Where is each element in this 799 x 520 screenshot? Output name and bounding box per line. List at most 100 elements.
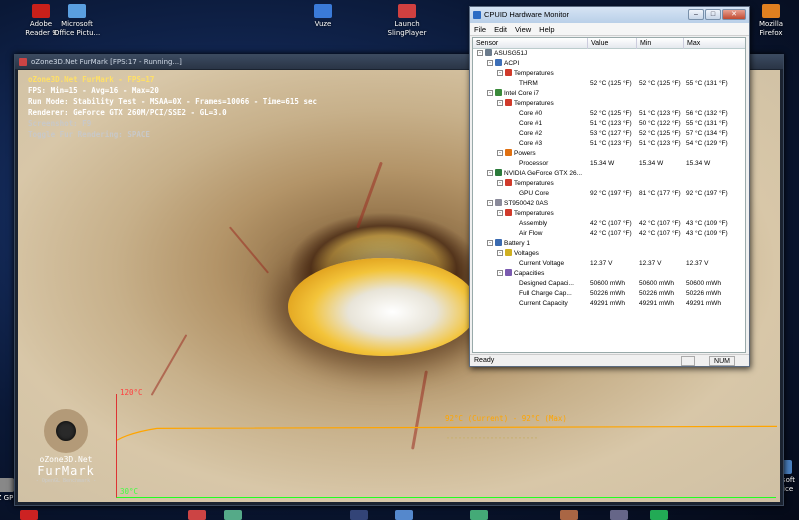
taskbar-icon[interactable] <box>610 510 628 520</box>
sensor-min: 51 °C (123 °F) <box>639 110 681 117</box>
tree-collapse-toggle[interactable]: - <box>487 200 493 206</box>
tree-collapse-toggle[interactable]: - <box>497 270 503 276</box>
sensor-name: Temperatures <box>514 100 554 107</box>
sensor-group-row[interactable]: - NVIDIA GeForce GTX 26... <box>473 169 745 179</box>
taskbar-icon[interactable] <box>650 510 668 520</box>
sensor-group-row[interactable]: - Temperatures <box>473 179 745 189</box>
sensor-value: 52 °C (125 °F) <box>590 80 632 87</box>
sensor-name: Temperatures <box>514 210 554 217</box>
tree-collapse-toggle[interactable]: - <box>487 240 493 246</box>
sensor-name: Temperatures <box>514 180 554 187</box>
desktop-icon[interactable]: Microsoft Office Pictu... <box>42 4 112 38</box>
col-max[interactable]: Max <box>684 38 745 49</box>
sensor-group-row[interactable]: - Powers <box>473 149 745 159</box>
desktop-icon[interactable]: Vuze <box>288 4 358 29</box>
tree-collapse-toggle[interactable]: - <box>477 50 483 56</box>
sensor-name: Temperatures <box>514 70 554 77</box>
furmark-app-icon <box>19 58 27 66</box>
sensor-row[interactable]: Designed Capaci... 50600 mWh 50600 mWh 5060… <box>473 279 745 289</box>
tree-collapse-toggle[interactable]: - <box>487 60 493 66</box>
tree-collapse-toggle[interactable]: - <box>487 170 493 176</box>
tree-collapse-toggle[interactable]: - <box>497 70 503 76</box>
status-bar: Ready NUM <box>470 354 749 366</box>
sensor-group-row[interactable]: - ST950042 0AS <box>473 199 745 209</box>
sensor-group-row[interactable]: - Voltages <box>473 249 745 259</box>
sensor-group-row[interactable]: - Temperatures <box>473 69 745 79</box>
sensor-value: 50226 mWh <box>590 290 626 297</box>
taskbar-icon[interactable] <box>470 510 488 520</box>
sensor-row[interactable]: Current Voltage 12.37 V 12.37 V 12.37 V <box>473 259 745 269</box>
tree-collapse-toggle[interactable]: - <box>497 250 503 256</box>
app-icon <box>0 478 14 492</box>
sensor-group-row[interactable]: - Capacities <box>473 269 745 279</box>
sensor-name: Battery 1 <box>504 240 531 247</box>
tree-collapse-toggle[interactable]: - <box>497 210 503 216</box>
sensor-group-row[interactable]: - ASUSG51J <box>473 49 745 59</box>
app-icon <box>762 4 780 18</box>
sensor-group-row[interactable]: - Temperatures <box>473 99 745 109</box>
close-button[interactable]: ✕ <box>722 9 746 20</box>
sensor-group-row[interactable]: - Temperatures <box>473 209 745 219</box>
battery-icon <box>495 239 502 246</box>
sensor-min: 49291 mWh <box>639 300 675 307</box>
acpi-icon <box>495 59 502 66</box>
menu-view[interactable]: View <box>511 23 535 36</box>
sensor-row[interactable]: Core #1 51 °C (123 °F) 50 °C (122 °F) 55 °C… <box>473 119 745 129</box>
sensor-value: 52 °C (125 °F) <box>590 110 632 117</box>
sensor-tree[interactable]: Sensor Value Min Max - ASUSG51J - ACPI - Temp… <box>472 37 746 353</box>
thermometer-icon <box>505 69 512 76</box>
taskbar-icon[interactable] <box>395 510 413 520</box>
sensor-row[interactable]: Processor 15.34 W 15.34 W 15.34 W <box>473 159 745 169</box>
maximize-button[interactable]: □ <box>705 9 721 20</box>
sensor-group-row[interactable]: - ACPI <box>473 59 745 69</box>
sensor-row[interactable]: Full Charge Cap... 50226 mWh 50226 mWh 5022… <box>473 289 745 299</box>
status-pane <box>681 356 695 366</box>
col-min[interactable]: Min <box>637 38 684 49</box>
sensor-row[interactable]: Assembly 42 °C (107 °F) 42 °C (107 °F) 43 °… <box>473 219 745 229</box>
overlay-toggle-hint: Toggle Fur Rendering: SPACE <box>28 130 150 139</box>
sensor-name: ACPI <box>504 60 520 67</box>
fur-donut-logo-icon <box>44 409 88 453</box>
tree-collapse-toggle[interactable]: - <box>497 150 503 156</box>
sensor-min: 15.34 W <box>639 160 664 167</box>
sensor-row[interactable]: Core #3 51 °C (123 °F) 51 °C (123 °F) 54 °C… <box>473 139 745 149</box>
sensor-row[interactable]: GPU Core 92 °C (197 °F) 81 °C (177 °F) 92 °… <box>473 189 745 199</box>
sensor-value: 50600 mWh <box>590 280 626 287</box>
tree-collapse-toggle[interactable]: - <box>497 180 503 186</box>
taskbar-icon[interactable] <box>560 510 578 520</box>
sensor-row[interactable]: Air Flow 42 °C (107 °F) 42 °C (107 °F) 43 °… <box>473 229 745 239</box>
sensor-max: 54 °C (129 °F) <box>686 140 728 147</box>
sensor-max: 12.37 V <box>686 260 709 267</box>
minimize-button[interactable]: – <box>688 9 704 20</box>
tree-collapse-toggle[interactable]: - <box>497 100 503 106</box>
cpuid-window[interactable]: CPUID Hardware Monitor – □ ✕ File Edit Vie… <box>469 6 750 367</box>
taskbar-icon[interactable] <box>188 510 206 520</box>
menu-help[interactable]: Help <box>535 23 558 36</box>
tree-collapse-toggle[interactable]: - <box>487 90 493 96</box>
sensor-group-row[interactable]: - Intel Core i7 <box>473 89 745 99</box>
col-sensor[interactable]: Sensor <box>473 38 588 49</box>
sensor-row[interactable]: THRM 52 °C (125 °F) 52 °C (125 °F) 55 °C (1… <box>473 79 745 89</box>
computer-icon <box>485 49 492 56</box>
menu-edit[interactable]: Edit <box>490 23 511 36</box>
menu-file[interactable]: File <box>470 23 490 36</box>
cpuid-titlebar[interactable]: CPUID Hardware Monitor – □ ✕ <box>470 7 749 23</box>
taskbar-icon[interactable] <box>20 510 38 520</box>
sensor-group-row[interactable]: - Battery 1 <box>473 239 745 249</box>
taskbar-icon[interactable] <box>224 510 242 520</box>
sensor-row[interactable]: Core #0 52 °C (125 °F) 51 °C (123 °F) 56 °C… <box>473 109 745 119</box>
col-value[interactable]: Value <box>588 38 637 49</box>
sensor-name: Designed Capaci... <box>519 280 574 287</box>
sensor-max: 55 °C (131 °F) <box>686 120 728 127</box>
overlay-fps-title: oZone3D.Net FurMark - FPS=17 <box>28 75 155 84</box>
sensor-value: 12.37 V <box>590 260 613 267</box>
cpuid-app-icon <box>473 11 481 19</box>
app-icon <box>314 4 332 18</box>
thermometer-icon <box>505 99 512 106</box>
desktop-icon[interactable]: Launch SlingPlayer <box>372 4 442 38</box>
furmark-logo: oZone3D.Net FurMark - OpenGL Benchmark - <box>24 409 108 484</box>
sensor-row[interactable]: Core #2 53 °C (127 °F) 52 °C (125 °F) 57 °C… <box>473 129 745 139</box>
sensor-max: 49291 mWh <box>686 300 722 307</box>
sensor-row[interactable]: Current Capacity 49291 mWh 49291 mWh 49291 … <box>473 299 745 309</box>
taskbar-icon[interactable] <box>350 510 368 520</box>
